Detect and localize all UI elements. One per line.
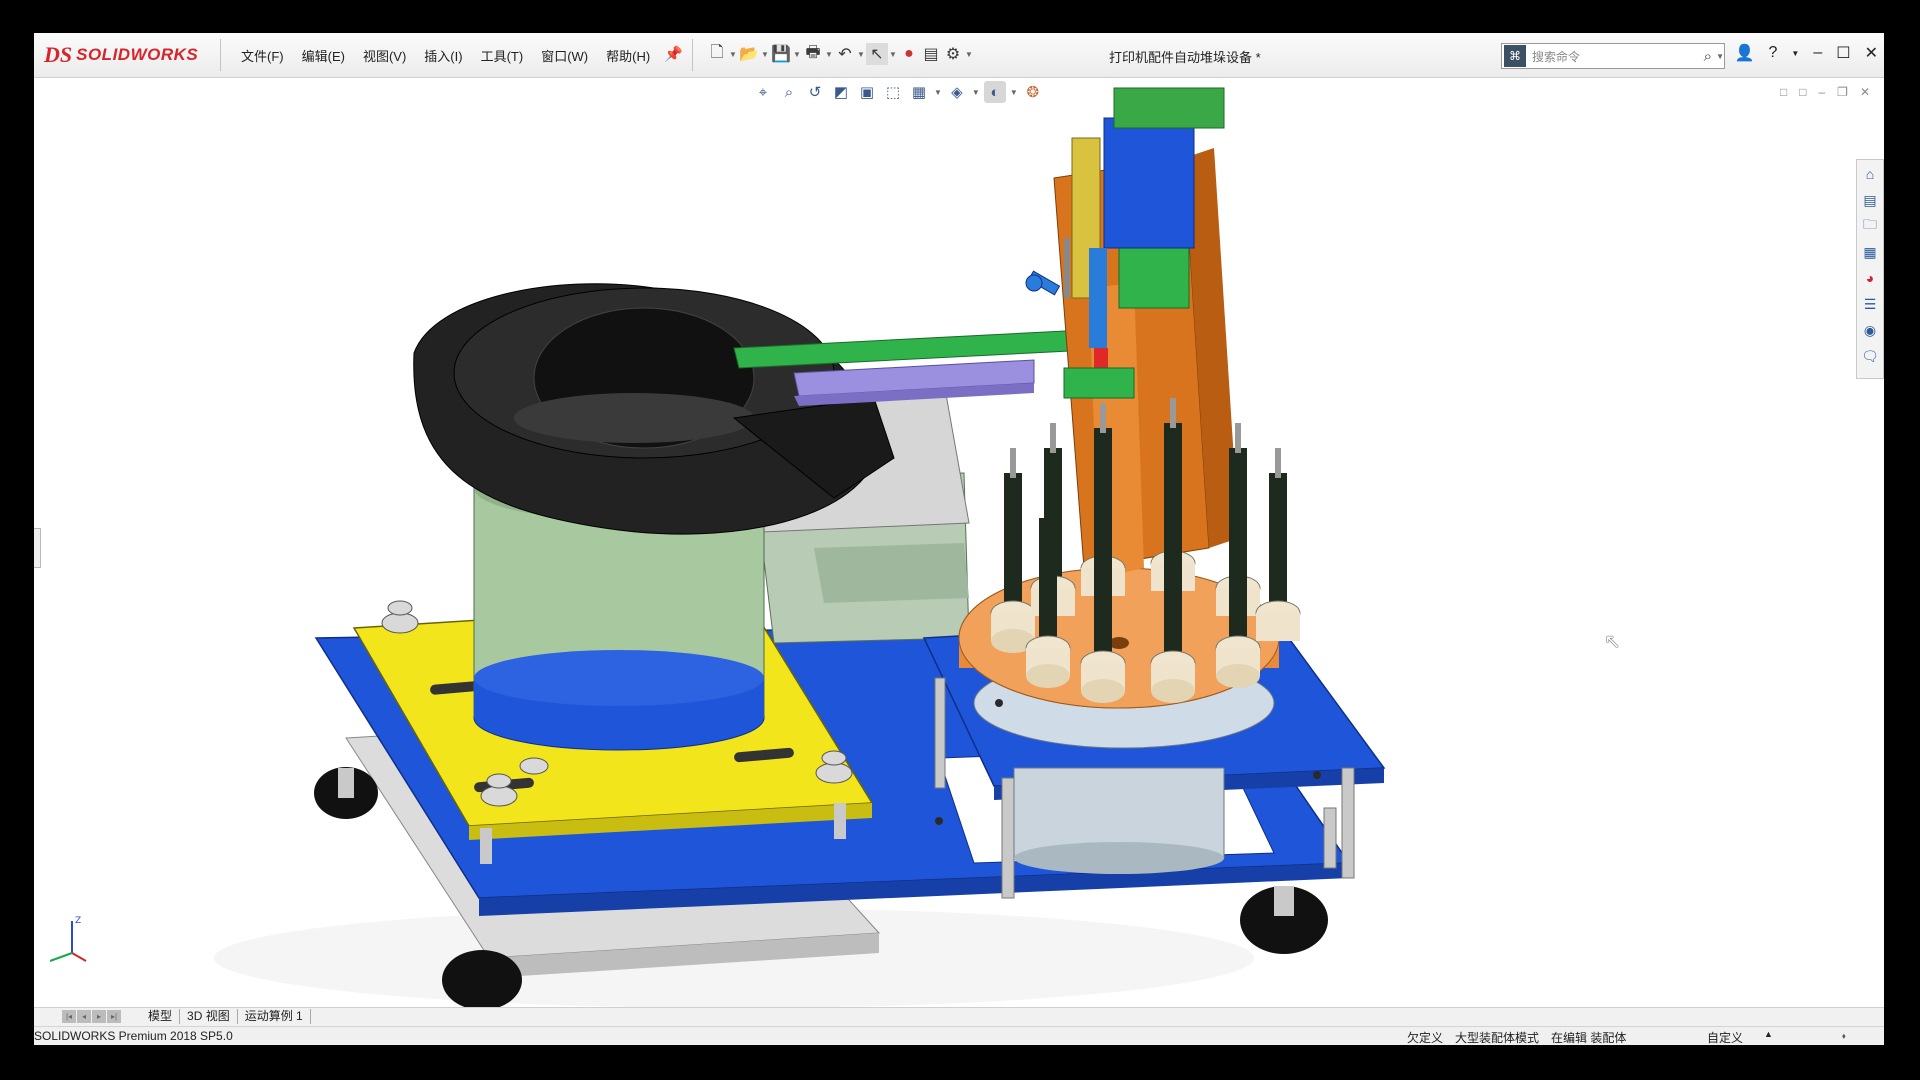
pin-icon[interactable]: 📌 [664,45,683,63]
window-controls: 👤 ? ▼ – ☐ ✕ [1735,43,1878,63]
toolbar-divider [220,39,221,71]
command-search-icon: ⌘ [1504,45,1526,67]
menu-tools[interactable]: 工具(T) [472,46,533,65]
file-properties-icon[interactable]: ▤ [920,43,942,65]
document-title: 打印机配件自动堆垛设备 * [1109,50,1261,65]
file-explorer-icon[interactable]: 🗀 [1860,216,1880,236]
leveling-foot [442,950,522,1010]
minimize-icon[interactable]: – [1813,44,1822,62]
design-library-icon[interactable]: ▤ [1860,190,1880,210]
chevron-down-icon[interactable]: ▼ [728,50,738,59]
document-tabs-bar: |◂ ◂ ▸ ▸| 模型 3D 视图 运动算例 1 [34,1007,1884,1026]
task-pane-tabs: ⌂ ▤ 🗀 ▦ ◕ ☰ ◉ 🗨 [1856,159,1884,379]
chevron-down-icon[interactable]: ▼ [888,50,898,59]
large-assembly-mode: 大型装配体模式 [1455,1031,1540,1045]
chevron-down-icon[interactable]: ▼ [1791,49,1799,58]
product-version: SOLIDWORKS Premium 2018 SP5.0 [34,1029,233,1043]
select-pointer-icon[interactable]: ↖ [866,43,888,65]
logo-ds-mark: DS [44,42,73,67]
editing-status: 在编辑 装配体 [1551,1031,1627,1045]
chevron-down-icon[interactable]: ▼ [964,50,974,59]
user-icon[interactable]: 👤 [1735,43,1755,63]
tab-motion-study[interactable]: 运动算例 1 [238,1009,311,1024]
menu-edit[interactable]: 编辑(E) [293,46,354,65]
menu-view[interactable]: 视图(V) [354,46,415,65]
assembly-model: Z [49,87,1386,1010]
tab-3d-views[interactable]: 3D 视图 [180,1009,238,1024]
search-box[interactable]: ⌘ 搜索命令 ⌕ ▼ [1501,43,1725,69]
tab-strip: 模型 3D 视图 运动算例 1 [141,1009,311,1024]
tab-first-icon[interactable]: |◂ [62,1010,76,1023]
mouse-cursor-icon: ↖ [1604,631,1621,653]
search-input[interactable]: 搜索命令 [1532,48,1704,65]
leveling-foot [1240,886,1328,954]
stacking-rod [1255,448,1301,641]
close-icon[interactable]: ✕ [1865,43,1878,63]
logo-text: SOLIDWORKS [76,45,199,64]
open-folder-icon[interactable]: 📂 [738,43,760,65]
tab-prev-icon[interactable]: ◂ [77,1010,91,1023]
svg-text:Z: Z [75,916,81,926]
undo-icon[interactable]: ↶ [834,43,856,65]
status-bar: SOLIDWORKS Premium 2018 SP5.0 欠定义 大型装配体模… [34,1026,1884,1045]
appearances-icon[interactable]: ◕ [1860,268,1880,288]
solidworks-logo[interactable]: DS SOLIDWORKS [44,40,198,70]
chevron-down-icon[interactable]: ▼ [824,50,834,59]
new-document-icon[interactable]: 🗋 [706,43,728,65]
title-bar: DS SOLIDWORKS 文件(F) 编辑(E) 视图(V) 插入(I) 工具… [34,33,1884,78]
tab-navigation: |◂ ◂ ▸ ▸| [62,1010,121,1023]
menu-window[interactable]: 窗口(W) [532,46,597,65]
coordinate-triad-icon: Z [49,916,87,962]
search-icon[interactable]: ⌕ [1704,48,1712,65]
chevron-down-icon[interactable]: ▼ [856,50,866,59]
quick-access-toolbar: 🗋 ▼ 📂 ▼ 💾 ▼ 🖶 ▼ ↶ ▼ ↖ ▼ ● ▤ ⚙ ▼ [706,43,974,65]
toolbar-divider [692,39,693,71]
menu-file[interactable]: 文件(F) [232,46,293,65]
stacking-rod [990,448,1036,653]
status-indicators: 欠定义 大型装配体模式 在编辑 装配体 [1407,1029,1626,1045]
maximize-icon[interactable]: ☐ [1836,43,1850,63]
solidworks-window: DS SOLIDWORKS 文件(F) 编辑(E) 视图(V) 插入(I) 工具… [34,33,1884,1045]
rebuild-icon[interactable]: ● [898,43,920,65]
print-icon[interactable]: 🖶 [802,43,824,65]
lift-column [1053,87,1239,578]
tab-model[interactable]: 模型 [141,1009,181,1024]
view-palette-icon[interactable]: ▦ [1860,242,1880,262]
chevron-down-icon[interactable]: ▼ [792,50,802,59]
save-icon[interactable]: 💾 [770,43,792,65]
definition-status: 欠定义 [1407,1031,1444,1045]
tab-next-icon[interactable]: ▸ [92,1010,106,1023]
help-icon[interactable]: ? [1769,44,1778,62]
chevron-down-icon[interactable]: ▼ [1716,52,1724,61]
menu-insert[interactable]: 插入(I) [415,46,471,65]
custom-properties-icon[interactable]: ☰ [1860,294,1880,314]
menu-bar: 文件(F) 编辑(E) 视图(V) 插入(I) 工具(T) 窗口(W) 帮助(H… [232,33,659,77]
solidworks-forum-icon[interactable]: ◉ [1860,320,1880,340]
chevron-up-icon[interactable]: ▲ [1764,1029,1773,1039]
options-gear-icon[interactable]: ⚙ [942,43,964,65]
tab-last-icon[interactable]: ▸| [107,1010,121,1023]
quick-tips-icon[interactable]: ⬪ [1842,1028,1846,1044]
menu-help[interactable]: 帮助(H) [597,46,659,65]
chat-icon[interactable]: 🗨 [1860,346,1880,366]
graphics-area[interactable]: Z ↖ [34,78,1884,1011]
leveling-foot [314,767,378,819]
home-icon[interactable]: ⌂ [1860,164,1880,184]
units-selector[interactable]: 自定义 [1707,1029,1743,1045]
chevron-down-icon[interactable]: ▼ [760,50,770,59]
